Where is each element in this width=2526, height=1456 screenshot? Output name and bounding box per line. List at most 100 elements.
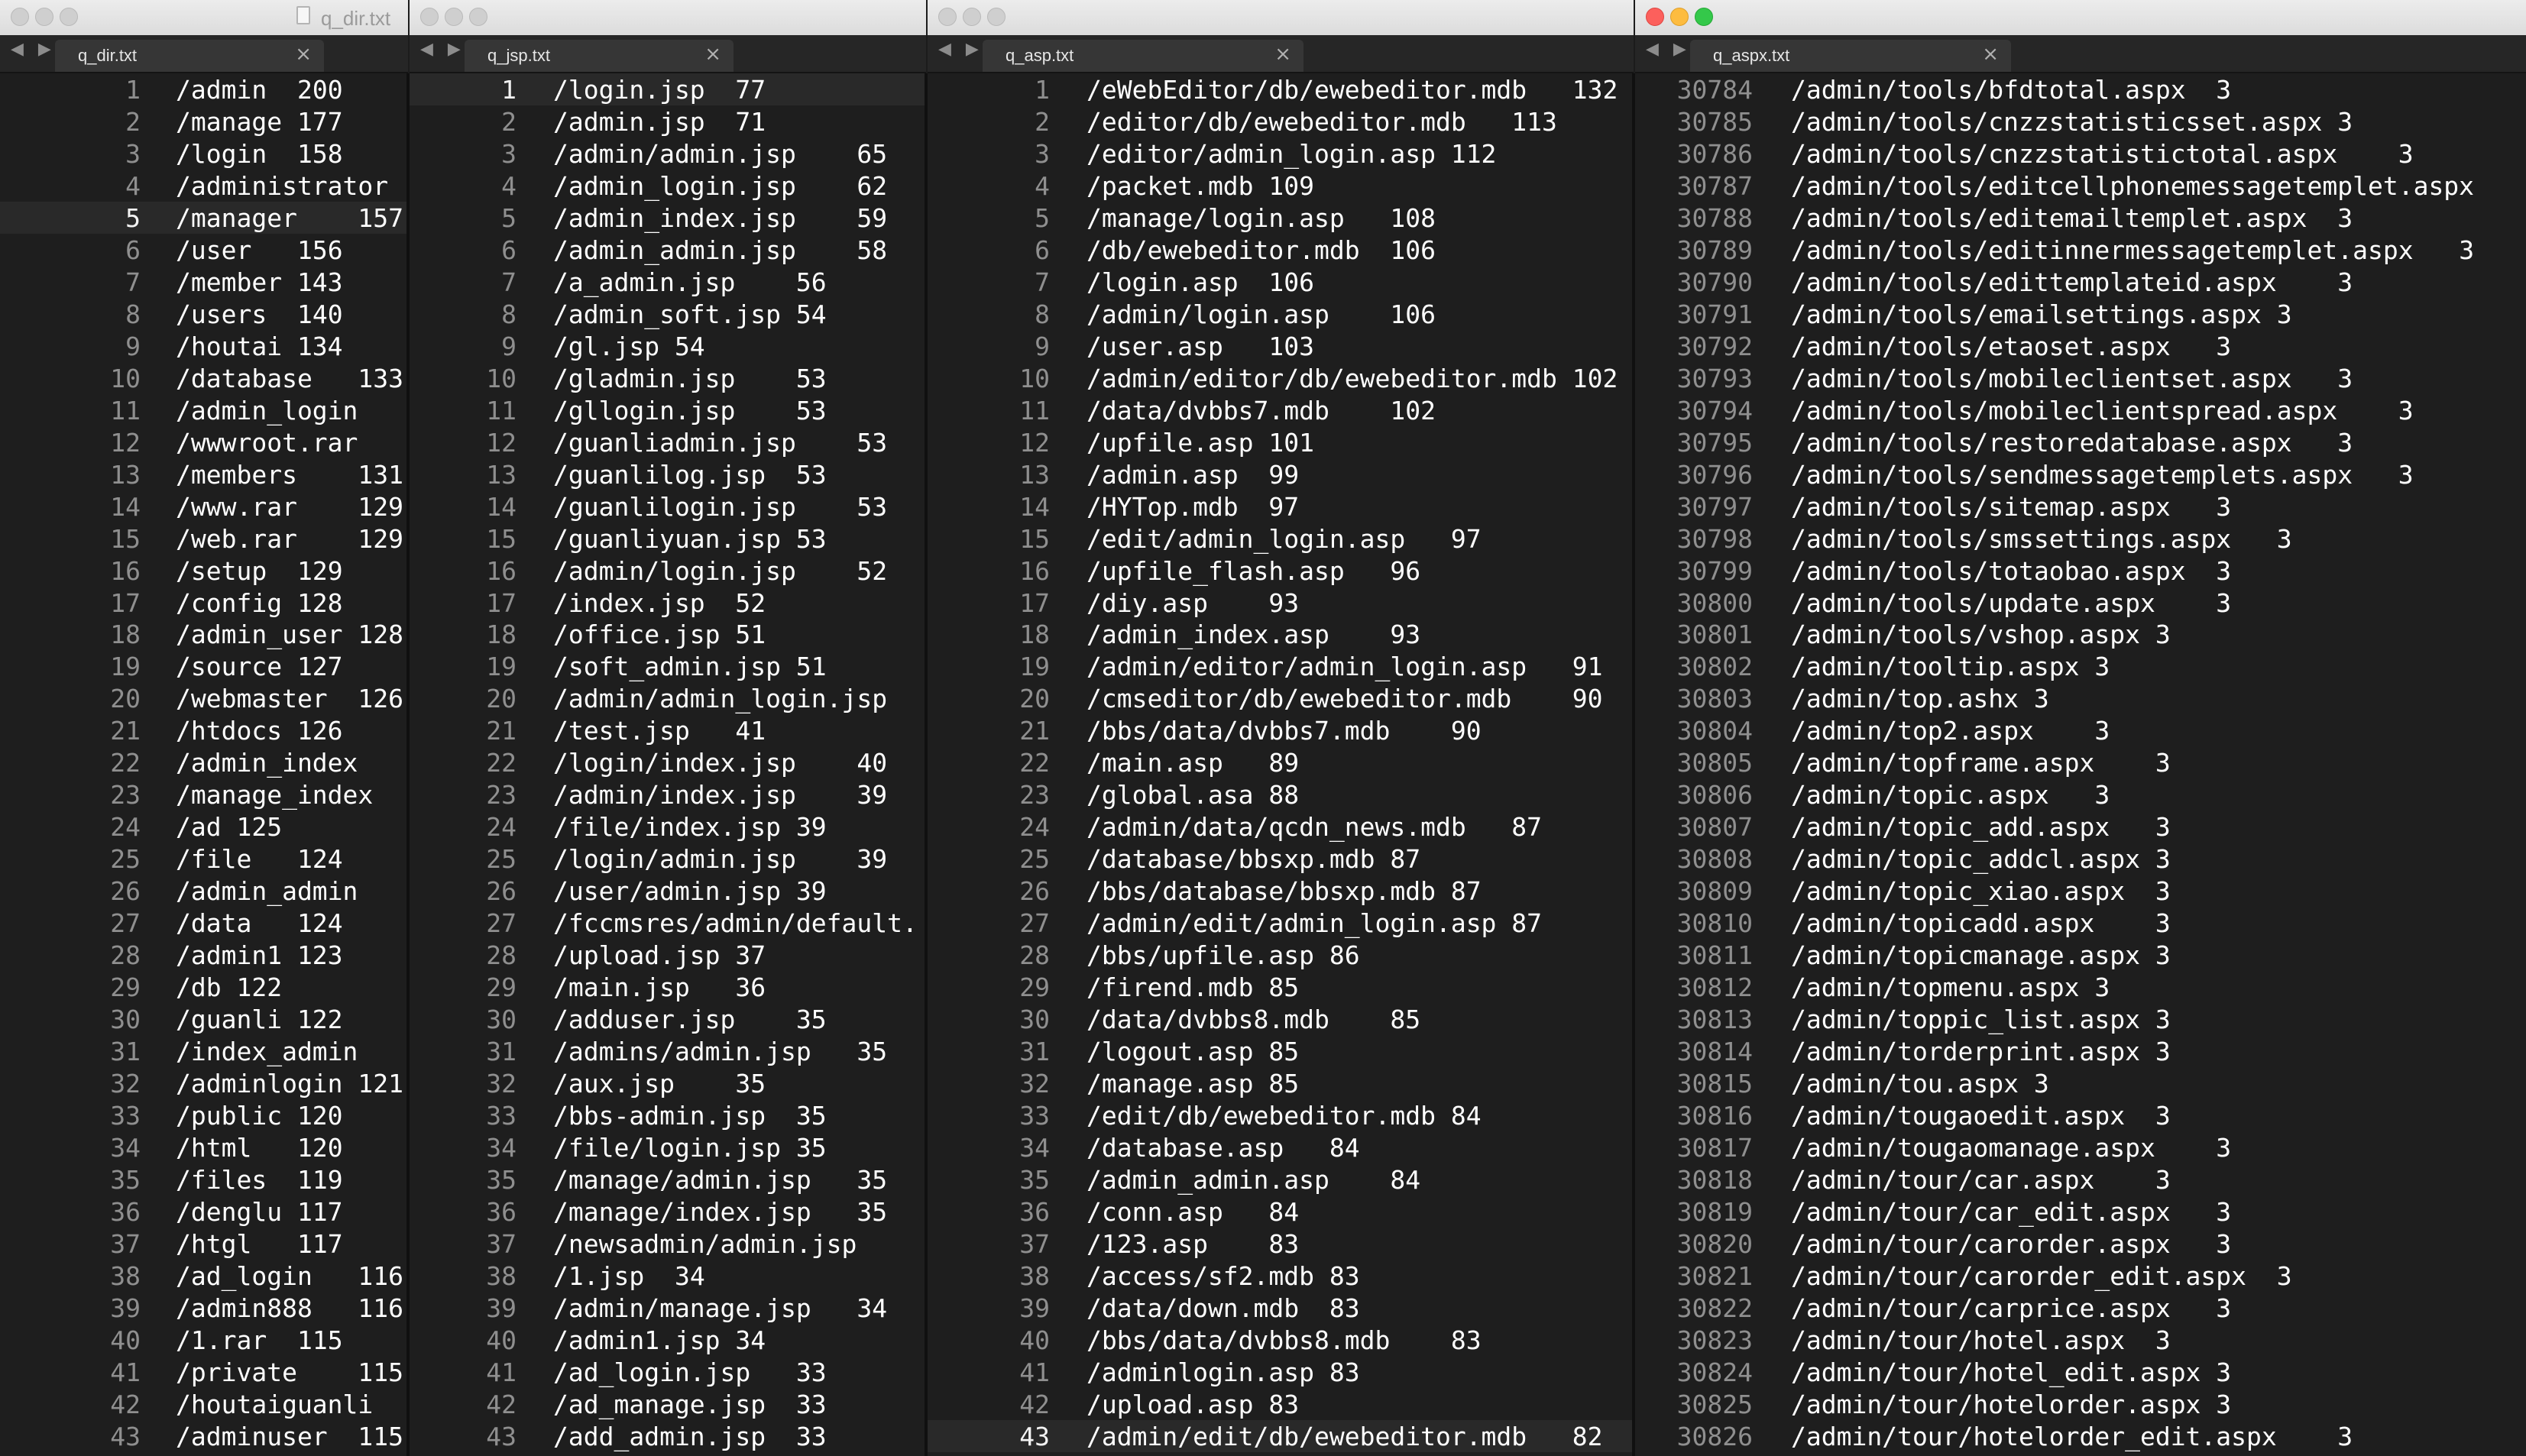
editor-line[interactable]: 5/manage/login.asp 108 [928, 202, 1634, 234]
editor-line[interactable]: 43/adminuser 115 [0, 1420, 408, 1452]
editor-line[interactable]: 26/bbs/database/bbsxp.mdb 87 [928, 875, 1634, 907]
editor-line[interactable]: 30806/admin/topic.aspx 3 [1635, 778, 2526, 811]
editor-line[interactable]: 15/web.rar 129 [0, 523, 408, 555]
zoom-window-button[interactable] [1695, 8, 1713, 26]
editor-line[interactable]: 30810/admin/topicadd.aspx 3 [1635, 907, 2526, 939]
editor-line[interactable]: 7/member 143 [0, 266, 408, 298]
editor-line[interactable]: 4/administrator [0, 170, 408, 202]
editor-line[interactable]: 2/editor/db/ewebeditor.mdb 113 [928, 105, 1634, 138]
editor-line[interactable]: 17/index.jsp 52 [410, 587, 926, 619]
editor-line[interactable]: 26/user/admin.jsp 39 [410, 875, 926, 907]
editor-line[interactable]: 36/denglu 117 [0, 1196, 408, 1228]
editor-line[interactable]: 30793/admin/tools/mobileclientset.aspx 3 [1635, 362, 2526, 394]
editor-line[interactable]: 6/db/ewebeditor.mdb 106 [928, 234, 1634, 266]
editor-line[interactable]: 39/data/down.mdb 83 [928, 1292, 1634, 1324]
editor-line[interactable]: 30820/admin/tour/carorder.aspx 3 [1635, 1228, 2526, 1260]
editor-line[interactable]: 30814/admin/torderprint.aspx 3 [1635, 1035, 2526, 1067]
editor-line[interactable]: 30801/admin/tools/vshop.aspx 3 [1635, 618, 2526, 650]
tab-nav-arrows-icon[interactable]: ◀ ▶ [11, 40, 56, 59]
tab-nav-arrows-icon[interactable]: ◀ ▶ [1646, 40, 1691, 59]
editor-line[interactable]: 14/guanlilogin.jsp 53 [410, 490, 926, 523]
editor-line[interactable]: 8/admin/login.asp 106 [928, 298, 1634, 330]
tab-nav-arrows-icon[interactable]: ◀ ▶ [420, 40, 465, 59]
close-window-button[interactable] [938, 8, 957, 26]
editor-line[interactable]: 30786/admin/tools/cnzzstatistictotal.asp… [1635, 138, 2526, 170]
minimize-window-button[interactable] [35, 8, 53, 26]
editor-line[interactable]: 13/guanlilog.jsp 53 [410, 458, 926, 490]
editor-line[interactable]: 20/cmseditor/db/ewebeditor.mdb 90 [928, 682, 1634, 714]
editor-line[interactable]: 30/guanli 122 [0, 1003, 408, 1035]
editor-line[interactable]: 18/admin_index.asp 93 [928, 618, 1634, 650]
editor-line[interactable]: 25/database/bbsxp.mdb 87 [928, 843, 1634, 875]
editor-line[interactable]: 23/manage_index [0, 778, 408, 811]
editor-line[interactable]: 30/data/dvbbs8.mdb 85 [928, 1003, 1634, 1035]
editor-line[interactable]: 31/logout.asp 85 [928, 1035, 1634, 1067]
editor-line[interactable]: 19/soft_admin.jsp 51 [410, 650, 926, 682]
editor-line[interactable]: 2/admin.jsp 71 [410, 105, 926, 138]
editor-line[interactable]: 38/ad_login 116 [0, 1260, 408, 1292]
editor-line[interactable]: 12/wwwroot.rar [0, 426, 408, 458]
text-editor[interactable]: 1/login.jsp 77 2/admin.jsp 71 3/admin/admi… [410, 73, 926, 1456]
editor-line[interactable]: 9/gl.jsp 54 [410, 330, 926, 362]
text-editor[interactable]: 1/eWebEditor/db/ewebeditor.mdb 132 2/edit… [928, 73, 1634, 1456]
editor-line[interactable]: 30815/admin/tou.aspx 3 [1635, 1067, 2526, 1099]
editor-line[interactable]: 32/aux.jsp 35 [410, 1067, 926, 1099]
editor-line[interactable]: 1/login.jsp 77 [410, 73, 926, 105]
text-editor[interactable]: 1/admin 200 2/manage 177 3/login 158 4/admi… [0, 73, 408, 1456]
zoom-window-button[interactable] [987, 8, 1006, 26]
editor-line[interactable]: 10/admin/editor/db/ewebeditor.mdb 102 [928, 362, 1634, 394]
editor-line[interactable]: 30800/admin/tools/update.aspx 3 [1635, 587, 2526, 619]
editor-line[interactable]: 30798/admin/tools/smssettings.aspx 3 [1635, 523, 2526, 555]
editor-line[interactable]: 35/manage/admin.jsp 35 [410, 1163, 926, 1196]
editor-line[interactable]: 13/admin.asp 99 [928, 458, 1634, 490]
editor-line[interactable]: 6/user 156 [0, 234, 408, 266]
tab-close-icon[interactable]: × [704, 43, 721, 66]
editor-line[interactable]: 30785/admin/tools/cnzzstatisticsset.aspx… [1635, 105, 2526, 138]
editor-line[interactable]: 30809/admin/topic_xiao.aspx 3 [1635, 875, 2526, 907]
editor-line[interactable]: 26/admin_admin [0, 875, 408, 907]
editor-line[interactable]: 30811/admin/topicmanage.aspx 3 [1635, 939, 2526, 971]
editor-line[interactable]: 40/bbs/data/dvbbs8.mdb 83 [928, 1324, 1634, 1356]
zoom-window-button[interactable] [469, 8, 487, 26]
editor-line[interactable]: 16/admin/login.jsp 52 [410, 555, 926, 587]
editor-line[interactable]: 27/data 124 [0, 907, 408, 939]
editor-line[interactable]: 30823/admin/tour/hotel.aspx 3 [1635, 1324, 2526, 1356]
editor-line[interactable]: 30824/admin/tour/hotel_edit.aspx 3 [1635, 1356, 2526, 1388]
editor-line[interactable]: 41/ad_login.jsp 33 [410, 1356, 926, 1388]
editor-line[interactable]: 11/gllogin.jsp 53 [410, 394, 926, 426]
tab-q-aspx[interactable]: q_aspx.txt × [1690, 40, 2011, 72]
editor-line[interactable]: 32/manage.asp 85 [928, 1067, 1634, 1099]
editor-line[interactable]: 28/admin1 123 [0, 939, 408, 971]
editor-line[interactable]: 1/admin 200 [0, 73, 408, 105]
editor-line[interactable]: 9/user.asp 103 [928, 330, 1634, 362]
editor-line[interactable]: 3/login 158 [0, 138, 408, 170]
editor-line[interactable]: 24/ad 125 [0, 811, 408, 843]
tab-close-icon[interactable]: × [1982, 43, 1999, 66]
editor-line[interactable]: 32/adminlogin 121 [0, 1067, 408, 1099]
editor-line[interactable]: 35/files 119 [0, 1163, 408, 1196]
editor-line[interactable]: 29/main.jsp 36 [410, 971, 926, 1003]
editor-line[interactable]: 27/admin/edit/admin_login.asp 87 [928, 907, 1634, 939]
editor-line[interactable]: 37/htgl 117 [0, 1228, 408, 1260]
editor-line[interactable]: 38/access/sf2.mdb 83 [928, 1260, 1634, 1292]
editor-line[interactable]: 37/newsadmin/admin.jsp [410, 1228, 926, 1260]
editor-line[interactable]: 25/file 124 [0, 843, 408, 875]
editor-line[interactable]: 30791/admin/tools/emailsettings.aspx 3 [1635, 298, 2526, 330]
editor-line[interactable]: 28/bbs/upfile.asp 86 [928, 939, 1634, 971]
window-titlebar[interactable]: q_dir.txt [0, 0, 408, 36]
editor-line[interactable]: 30819/admin/tour/car_edit.aspx 3 [1635, 1196, 2526, 1228]
editor-line[interactable]: 9/houtai 134 [0, 330, 408, 362]
tab-q-dir[interactable]: q_dir.txt × [55, 40, 324, 72]
close-window-button[interactable] [11, 8, 29, 26]
editor-line[interactable]: 5/admin_index.jsp 59 [410, 202, 926, 234]
editor-line[interactable]: 37/123.asp 83 [928, 1228, 1634, 1260]
editor-line[interactable]: 30795/admin/tools/restoredatabase.aspx 3 [1635, 426, 2526, 458]
editor-line[interactable]: 18/office.jsp 51 [410, 618, 926, 650]
window-titlebar[interactable] [1635, 0, 2526, 36]
editor-line[interactable]: 25/login/admin.jsp 39 [410, 843, 926, 875]
editor-line[interactable]: 24/file/index.jsp 39 [410, 811, 926, 843]
editor-line[interactable]: 29/firend.mdb 85 [928, 971, 1634, 1003]
editor-line[interactable]: 42/ad_manage.jsp 33 [410, 1388, 926, 1420]
editor-line[interactable]: 8/admin_soft.jsp 54 [410, 298, 926, 330]
minimize-window-button[interactable] [1670, 8, 1689, 26]
